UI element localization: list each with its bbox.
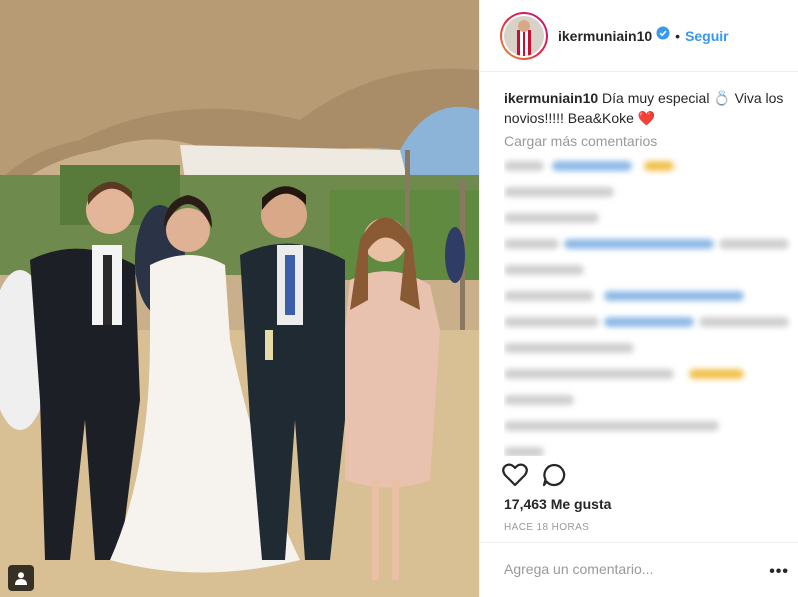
post-side-panel: ikermuniain10 • Seguir ikermuniain10 Día… [479, 0, 798, 597]
list-item [504, 282, 794, 308]
comment-input[interactable] [504, 561, 754, 577]
add-comment-bar: ••• [480, 542, 798, 597]
verified-badge-icon [656, 26, 670, 45]
post-caption: ikermuniain10 Día muy especial 💍 Viva lo… [504, 88, 794, 128]
list-item [504, 360, 794, 386]
wedding-photo-illustration [0, 0, 479, 597]
load-more-comments-link[interactable]: Cargar más comentarios [504, 133, 657, 149]
list-item [504, 412, 794, 438]
comment-bubble-icon[interactable] [542, 463, 566, 492]
list-item [504, 152, 794, 178]
likes-count[interactable]: 17,463 Me gusta [504, 496, 611, 512]
heart-icon[interactable] [502, 463, 528, 492]
post-photo[interactable] [0, 0, 479, 597]
more-options-icon[interactable]: ••• [769, 563, 789, 581]
person-tag-icon[interactable] [8, 565, 34, 591]
avatar[interactable] [500, 11, 548, 60]
list-item [504, 256, 794, 282]
list-item [504, 386, 794, 412]
list-item [504, 438, 794, 456]
separator-dot: • [675, 27, 681, 44]
post-header: ikermuniain10 • Seguir [480, 0, 798, 72]
list-item [504, 230, 794, 256]
avatar-image [502, 13, 546, 58]
list-item [504, 178, 794, 204]
list-item [504, 204, 794, 230]
blurred-comments [504, 152, 794, 456]
list-item [504, 334, 794, 360]
list-item [504, 308, 794, 334]
follow-button[interactable]: Seguir [685, 28, 729, 44]
post-timestamp[interactable]: HACE 18 HORAS [504, 522, 589, 533]
post-actions [502, 463, 566, 492]
caption-username[interactable]: ikermuniain10 [504, 90, 598, 106]
username-link[interactable]: ikermuniain10 [558, 28, 652, 44]
